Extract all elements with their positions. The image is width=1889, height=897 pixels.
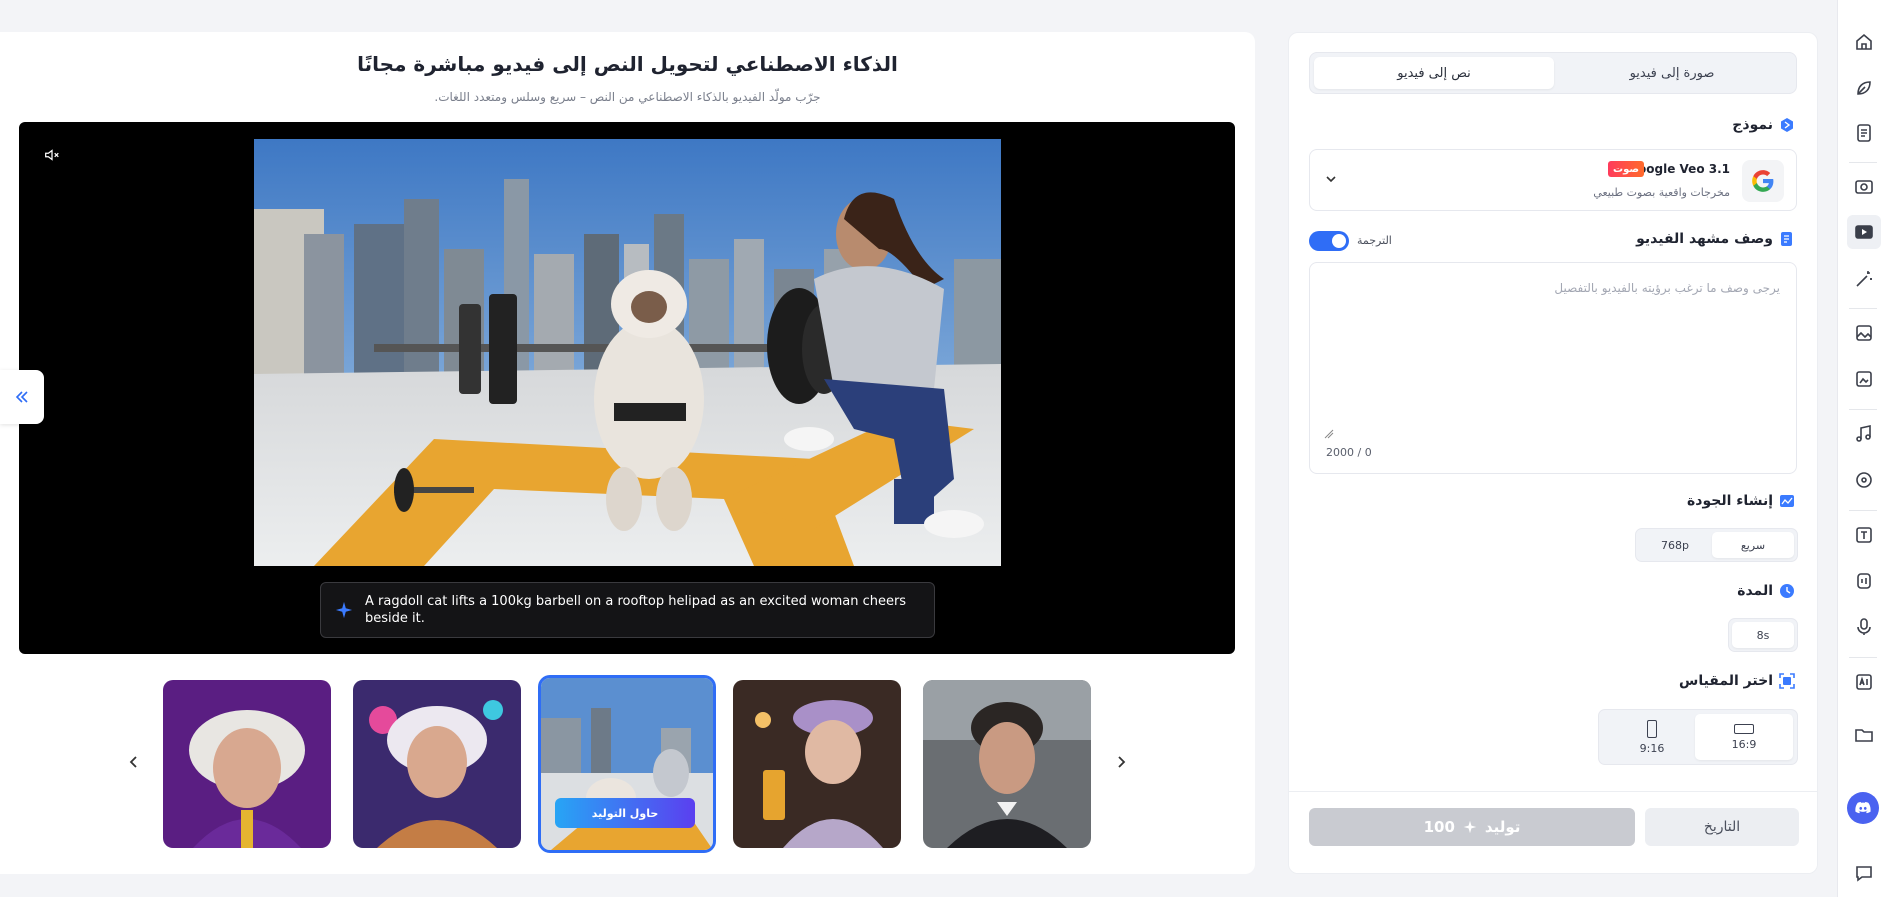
sparkle-icon (335, 601, 353, 619)
disc-icon[interactable] (1851, 467, 1877, 493)
landscape-icon (1734, 723, 1754, 734)
chevron-down-icon[interactable] (1324, 172, 1338, 186)
thumbnail-item[interactable] (733, 680, 901, 848)
image-edit-icon[interactable] (1851, 366, 1877, 392)
prompt-textarea[interactable]: يرجى وصف ما ترغب برؤيته بالفيديو بالتفصي… (1309, 262, 1797, 474)
try-generate-button[interactable]: حاول التوليد (555, 798, 695, 828)
generate-label: توليد (1484, 818, 1521, 836)
chevron-left-icon[interactable] (126, 754, 142, 770)
quality-section-label: إنشاء الجودة (1687, 493, 1773, 509)
quality-fast-option[interactable]: سريع (1712, 532, 1794, 558)
thumbnail-item-selected[interactable]: حاول التوليد (538, 675, 716, 853)
tab-image-to-video[interactable]: صورة إلى فيديو (1552, 57, 1792, 89)
duration-section-title: المدة (1737, 583, 1795, 599)
rail-divider (1849, 657, 1877, 658)
thumbnail-item[interactable] (163, 680, 331, 848)
settings-panel: نص إلى فيديو صورة إلى فيديو نموذج Google… (1288, 32, 1818, 874)
magic-wand-icon[interactable] (1851, 266, 1877, 292)
quality-768p-option[interactable]: 768p (1639, 532, 1711, 558)
thumbnail-item[interactable] (923, 680, 1091, 848)
document-icon[interactable] (1851, 120, 1877, 146)
translation-label: الترجمة (1357, 234, 1392, 247)
image-icon[interactable] (1851, 320, 1877, 346)
icon-rail (1837, 0, 1889, 897)
microphone-icon[interactable] (1851, 614, 1877, 640)
prompt-placeholder: يرجى وصف ما ترغب برؤيته بالفيديو بالتفصي… (1554, 281, 1780, 295)
mute-icon[interactable] (43, 146, 61, 164)
resize-handle-icon[interactable] (1324, 429, 1334, 439)
sparkle-icon (1463, 820, 1477, 834)
scene-section-label: وصف مشهد الفيديو (1636, 231, 1773, 247)
model-icon (1781, 118, 1793, 132)
ratio-16-9-label: 16:9 (1731, 737, 1757, 751)
music-icon[interactable] (1851, 421, 1877, 447)
home-icon[interactable] (1851, 29, 1877, 55)
discord-icon[interactable] (1847, 792, 1879, 824)
chat-icon[interactable] (1851, 860, 1877, 886)
ratio-section-label: اختر المقياس (1679, 673, 1773, 689)
video-player[interactable] (254, 139, 1001, 566)
quality-icon (1780, 495, 1794, 507)
quality-options: سريع 768p (1635, 528, 1798, 562)
thumbnail-image (353, 680, 521, 848)
model-description: مخرجات واقعية بصوت طبيعي (1593, 186, 1730, 199)
collapse-panel-button[interactable] (0, 370, 44, 424)
ratio-section-title: اختر المقياس (1679, 673, 1795, 689)
model-section-label: نموذج (1732, 117, 1773, 133)
ratio-16-9-option[interactable]: 16:9 (1695, 714, 1793, 760)
ratio-9-16-option[interactable]: 9:16 (1603, 714, 1701, 760)
page-title: الذكاء الاصطناعي لتحويل النص إلى فيديو م… (357, 52, 898, 76)
thumbnail-image (733, 680, 901, 848)
ai-icon[interactable] (1851, 669, 1877, 695)
generate-button[interactable]: توليد 100 (1309, 808, 1635, 846)
ratio-9-16-label: 9:16 (1639, 741, 1665, 755)
model-selector[interactable]: Google Veo 3.1 صوت مخرجات واقعية بصوت طب… (1309, 149, 1797, 211)
chevron-right-icon[interactable] (1113, 754, 1129, 770)
folder-icon[interactable] (1851, 722, 1877, 748)
google-icon (1752, 170, 1774, 192)
audio-icon[interactable] (1851, 568, 1877, 594)
rail-divider (1849, 308, 1877, 309)
rail-divider (1849, 162, 1877, 163)
model-section-title: نموذج (1732, 117, 1795, 133)
leaf-icon[interactable] (1851, 75, 1877, 101)
duration-section-label: المدة (1737, 583, 1773, 599)
history-button[interactable]: التاريخ (1645, 808, 1799, 846)
thumbnail-image (163, 680, 331, 848)
char-counter: 2000 / 0 (1326, 446, 1372, 459)
mode-tabs: نص إلى فيديو صورة إلى فيديو (1309, 52, 1797, 94)
video-icon[interactable] (1847, 215, 1881, 249)
rail-divider (1849, 409, 1877, 410)
tab-text-to-video[interactable]: نص إلى فيديو (1314, 57, 1554, 89)
translation-toggle[interactable] (1309, 231, 1349, 251)
quality-section-title: إنشاء الجودة (1687, 493, 1795, 509)
audio-badge: صوت (1608, 161, 1644, 177)
duration-8s-option[interactable]: 8s (1732, 622, 1794, 648)
aspect-ratio-icon (1779, 673, 1795, 689)
clock-icon (1780, 584, 1794, 598)
thumbnail-image (923, 680, 1091, 848)
edit-document-icon (1781, 232, 1792, 246)
rail-divider (1849, 510, 1877, 511)
scene-section-title: وصف مشهد الفيديو (1636, 231, 1795, 247)
ratio-options: 16:9 9:16 (1598, 709, 1798, 765)
image-to-video-icon[interactable] (1851, 174, 1877, 200)
translate-icon[interactable] (1851, 522, 1877, 548)
video-caption: A ragdoll cat lifts a 100kg barbell on a… (320, 582, 935, 638)
credit-cost: 100 (1423, 818, 1455, 836)
google-logo (1742, 160, 1784, 202)
double-chevron-left-icon (15, 391, 28, 403)
video-frame-illustration (254, 139, 1001, 566)
page-subtitle: جرّب مولّد الفيديو بالذكاء الاصطناعي من … (434, 90, 821, 104)
panel-footer: توليد 100 التاريخ (1289, 791, 1817, 873)
portrait-icon (1647, 719, 1657, 738)
duration-options: 8s (1728, 618, 1798, 652)
thumbnail-item[interactable] (353, 680, 521, 848)
caption-text: A ragdoll cat lifts a 100kg barbell on a… (365, 594, 907, 626)
